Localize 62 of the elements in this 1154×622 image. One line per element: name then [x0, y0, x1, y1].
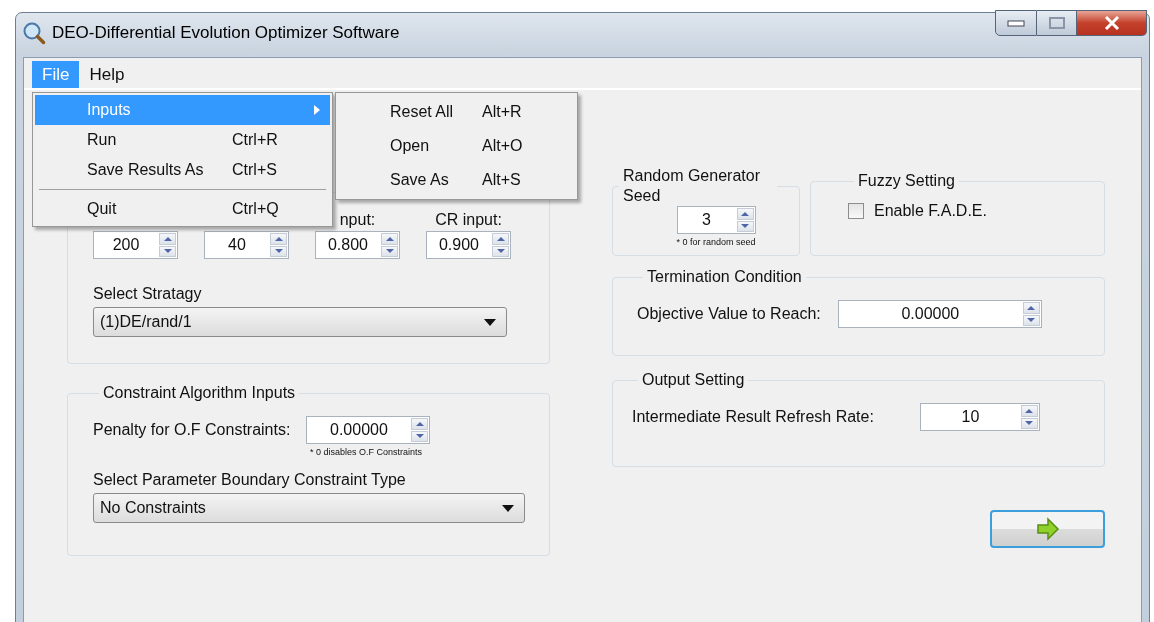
group-title: Fuzzy Setting: [857, 172, 956, 190]
checkbox[interactable]: [848, 203, 864, 219]
spin-down-button[interactable]: [381, 245, 398, 257]
menu-item[interactable]: Reset All Alt+R: [338, 95, 575, 129]
dropdown[interactable]: No Constraints: [93, 493, 525, 523]
minimize-icon: [1007, 19, 1025, 27]
spin-field[interactable]: 10: [919, 403, 1040, 431]
menu-item[interactable]: Save Results As Ctrl+S: [35, 155, 330, 185]
spin-up-button[interactable]: [381, 233, 398, 245]
spin-field[interactable]: 0.00000: [837, 300, 1042, 328]
spin-down-button[interactable]: [492, 245, 509, 257]
dropdown[interactable]: (1)DE/rand/1: [93, 307, 507, 337]
caret-icon: [502, 504, 514, 512]
spin-down-button[interactable]: [411, 430, 429, 442]
spin-down-button[interactable]: [736, 220, 754, 232]
field-label: Select Parameter Boundary Constraint Type: [93, 471, 407, 489]
group-title: Random Generator Seed: [622, 166, 761, 206]
spin-field[interactable]: 40: [204, 231, 289, 259]
menu-bar-item[interactable]: Help: [79, 61, 135, 88]
spin-up-button[interactable]: [1022, 302, 1040, 314]
checkbox-label: Enable F.A.D.E.: [874, 202, 987, 220]
arrow-button[interactable]: [990, 510, 1105, 548]
spin-down-button[interactable]: [159, 245, 176, 257]
spin-field[interactable]: 0.00000: [306, 416, 431, 444]
spin-down-button[interactable]: [1022, 314, 1040, 326]
spin-down-button[interactable]: [1020, 417, 1038, 429]
field-label: Objective Value to Reach:: [637, 305, 821, 323]
field-label: Penalty for O.F Constraints:: [93, 421, 291, 439]
spin-field[interactable]: 0.900: [426, 231, 511, 259]
spin-up-button[interactable]: [270, 233, 287, 245]
magnifier-icon: [22, 21, 46, 45]
window-title: DEO-Differential Evolution Optimizer Software: [52, 23, 400, 43]
spin-up-button[interactable]: [159, 233, 176, 245]
maximize-button[interactable]: [1037, 10, 1077, 36]
menu-item[interactable]: Save As Alt+S: [338, 163, 575, 197]
spin-field[interactable]: 200: [93, 231, 178, 259]
maximize-icon: [1048, 17, 1065, 29]
spin-up-button[interactable]: [736, 208, 754, 220]
group-title: Termination Condition: [646, 268, 803, 286]
minimize-button[interactable]: [995, 10, 1037, 36]
spin-field[interactable]: 3: [676, 206, 756, 234]
menu-item[interactable]: Open Alt+O: [338, 129, 575, 163]
spin-up-button[interactable]: [411, 418, 429, 430]
field-label: nput:: [338, 211, 377, 230]
hint-text: * 0 for random seed: [676, 237, 756, 247]
spin-up-button[interactable]: [1020, 405, 1038, 417]
group-title: Output Setting: [641, 371, 746, 389]
caret-icon: [484, 318, 496, 326]
field-label: CR input:: [434, 211, 503, 230]
hint-text: * 0 disables O.F Constraints: [310, 447, 424, 457]
menu-item[interactable]: Quit Ctrl+Q: [35, 194, 330, 224]
close-button[interactable]: [1077, 10, 1147, 36]
submenu-arrow-icon: [314, 105, 320, 115]
spin-field[interactable]: 0.800: [315, 231, 400, 259]
spin-up-button[interactable]: [492, 233, 509, 245]
field-label: Select Stratagy: [93, 285, 203, 303]
arrow-icon: [1034, 516, 1061, 542]
group-title: Constraint Algorithm Inputs: [102, 384, 297, 402]
close-icon: [1103, 16, 1120, 30]
spin-down-button[interactable]: [270, 245, 287, 257]
field-label: Intermediate Result Refresh Rate:: [632, 408, 874, 426]
menu-item[interactable]: Run Ctrl+R: [35, 125, 330, 155]
